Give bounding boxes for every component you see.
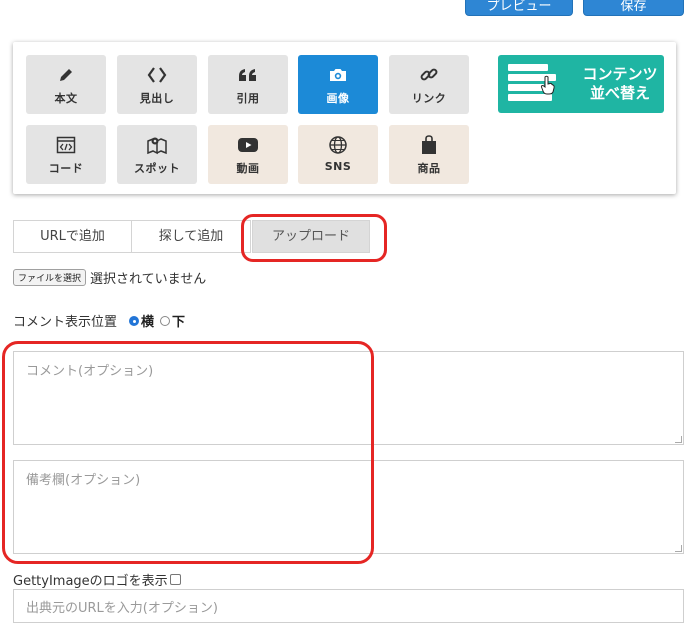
tab-url-add[interactable]: URLで追加 <box>13 220 132 253</box>
camera-icon <box>298 64 378 86</box>
block-text-button[interactable]: 本文 <box>26 55 106 114</box>
block-label: 本文 <box>54 92 78 105</box>
block-heading-button[interactable]: 見出し <box>117 55 197 114</box>
file-status: 選択されていません <box>90 272 207 287</box>
block-video-button[interactable]: 動画 <box>208 125 288 184</box>
block-image-button[interactable]: 画像 <box>298 55 378 114</box>
position-option-bottom[interactable]: 下 <box>160 311 185 330</box>
block-label: リンク <box>411 92 447 105</box>
position-option-side[interactable]: 横 <box>129 311 154 330</box>
block-label: 画像 <box>326 92 350 105</box>
resize-handle[interactable] <box>675 545 682 552</box>
map-pin-icon <box>117 134 197 156</box>
code-brackets-icon <box>117 64 197 86</box>
block-label: 動画 <box>236 162 260 175</box>
reorder-label: コンテンツ 並べ替え <box>582 65 658 102</box>
preview-button[interactable]: プレビュー <box>465 0 573 16</box>
comment-position-label: コメント表示位置 <box>13 315 118 330</box>
comment-position-row: コメント表示位置 横 下 <box>13 311 185 330</box>
globe-icon <box>298 134 378 156</box>
block-sns-button[interactable]: SNS <box>298 125 378 184</box>
reorder-contents-button[interactable]: コンテンツ 並べ替え <box>498 55 664 113</box>
resize-handle[interactable] <box>675 436 682 443</box>
radio-side[interactable] <box>129 315 140 326</box>
source-url-input[interactable]: 出典元のURLを入力(オプション) <box>13 589 684 623</box>
block-label: 見出し <box>139 92 175 105</box>
block-link-button[interactable]: リンク <box>389 55 469 114</box>
tab-search-add[interactable]: 探して追加 <box>131 220 251 253</box>
block-spot-button[interactable]: スポット <box>117 125 197 184</box>
getty-logo-row: GettyImageのロゴを表示 <box>13 570 181 589</box>
block-label: SNS <box>324 160 352 173</box>
hand-cursor-icon <box>540 75 556 99</box>
radio-bottom[interactable] <box>160 315 171 326</box>
getty-logo-label: GettyImageのロゴを表示 <box>13 574 168 589</box>
pen-icon <box>26 64 106 86</box>
highlight-textareas <box>2 341 374 564</box>
block-label: コード <box>48 162 84 175</box>
save-button[interactable]: 保存 <box>583 0 684 16</box>
youtube-icon <box>208 134 288 156</box>
block-quote-button[interactable]: 引用 <box>208 55 288 114</box>
shopping-bag-icon <box>389 134 469 156</box>
quote-icon <box>208 64 288 86</box>
block-product-button[interactable]: 商品 <box>389 125 469 184</box>
block-label: スポット <box>134 162 180 175</box>
highlight-upload-tab <box>241 214 387 262</box>
block-label: 引用 <box>236 92 260 105</box>
getty-logo-checkbox[interactable] <box>169 574 181 585</box>
block-label: 商品 <box>417 162 441 175</box>
choose-file-button[interactable]: ファイルを選択 <box>13 269 87 286</box>
block-palette: 本文 見出し 引用 画像 リンク コンテンツ 並べ替え コード スポット 動画 … <box>13 42 676 194</box>
source-url-placeholder: 出典元のURLを入力(オプション) <box>26 601 218 616</box>
block-code-button[interactable]: コード <box>26 125 106 184</box>
code-window-icon <box>26 134 106 156</box>
link-icon <box>389 64 469 86</box>
file-chooser: ファイルを選択 選択されていません <box>13 268 206 287</box>
